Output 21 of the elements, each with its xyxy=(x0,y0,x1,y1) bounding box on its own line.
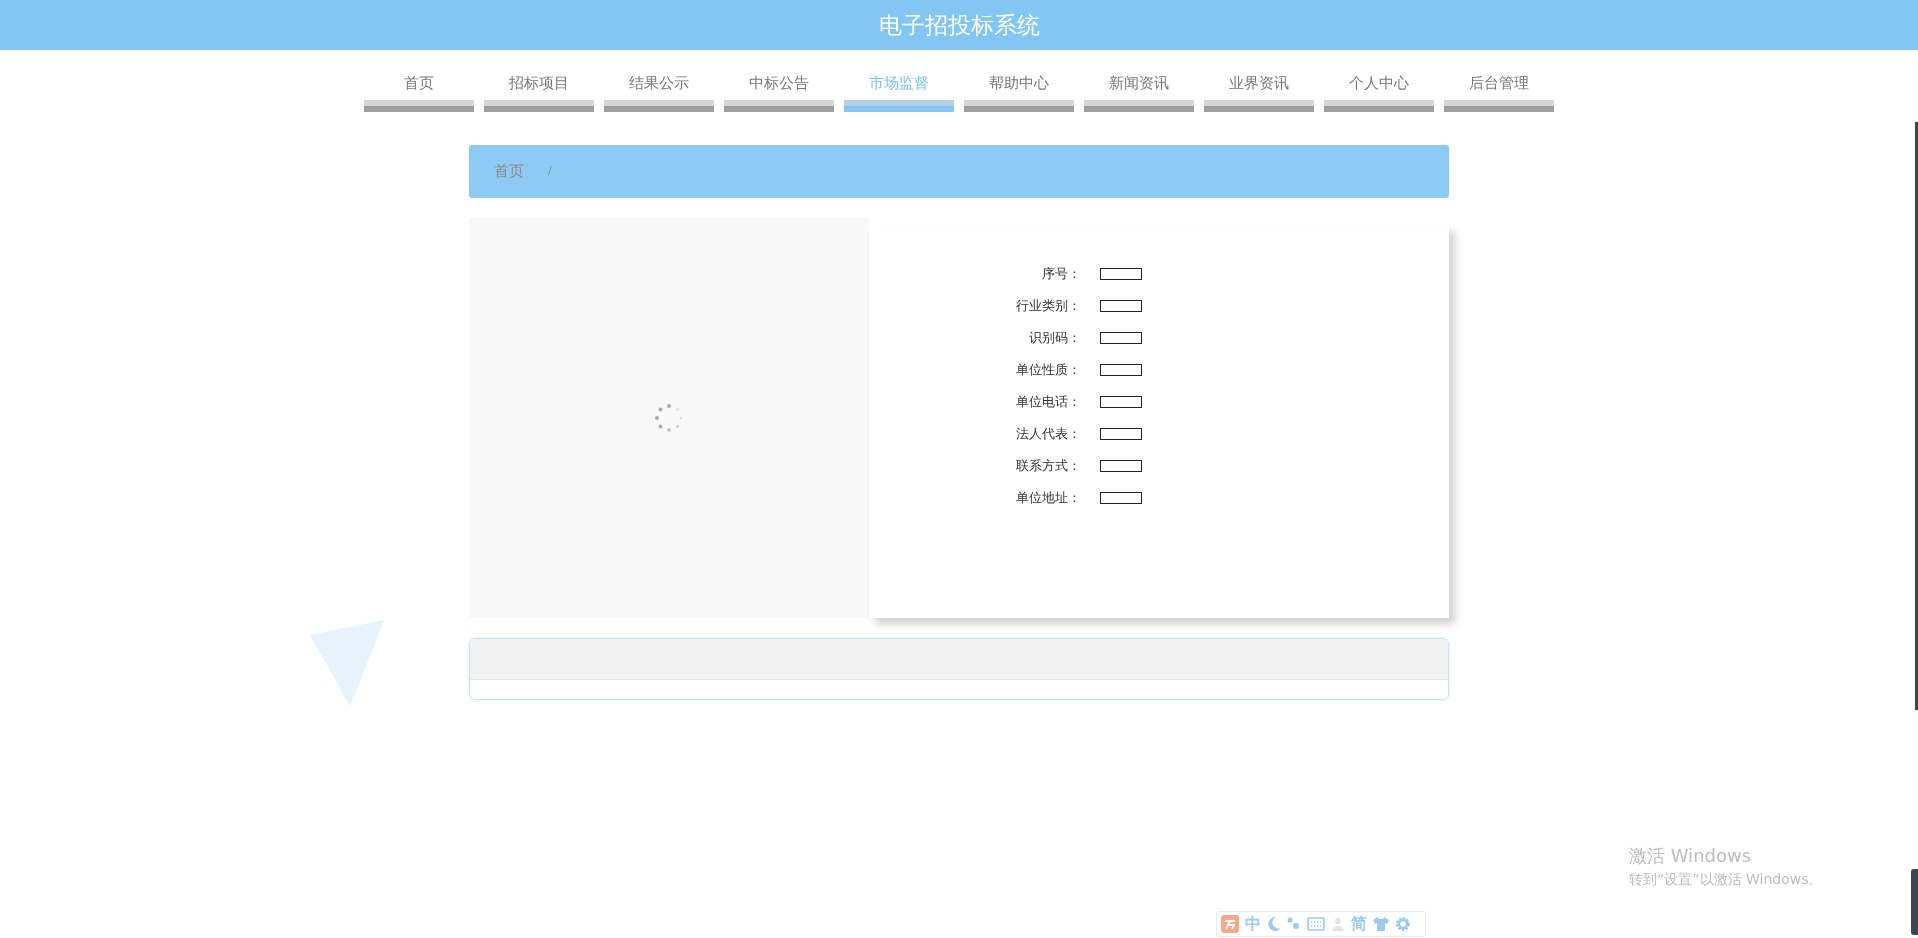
input-field[interactable] xyxy=(1100,300,1142,312)
activation-title: 激活 Windows xyxy=(1629,844,1753,868)
field-label: 单位性质： xyxy=(1015,361,1082,380)
field-label: 法人代表： xyxy=(1015,425,1082,444)
field-label: 序号： xyxy=(1041,265,1082,284)
breadcrumb-separator: / xyxy=(548,163,552,180)
field-label: 单位电话： xyxy=(1015,393,1082,412)
loading-spinner-icon xyxy=(654,403,684,433)
field-label: 识别码： xyxy=(1028,329,1082,348)
field-label: 联系方式： xyxy=(1015,457,1082,476)
input-field[interactable] xyxy=(1100,364,1142,376)
site-title: 电子招投标系统 xyxy=(878,10,1040,40)
input-field[interactable] xyxy=(1100,268,1142,280)
input-field[interactable] xyxy=(1100,332,1142,344)
activation-text: 转到“设置”以激活 Windows。 xyxy=(1629,870,1823,889)
input-field[interactable] xyxy=(1100,428,1142,440)
input-field[interactable] xyxy=(1100,396,1142,408)
input-field[interactable] xyxy=(1100,492,1142,504)
input-field[interactable] xyxy=(1100,460,1142,472)
field-label: 行业类别： xyxy=(1015,297,1082,316)
field-label: 单位地址： xyxy=(1015,489,1082,508)
